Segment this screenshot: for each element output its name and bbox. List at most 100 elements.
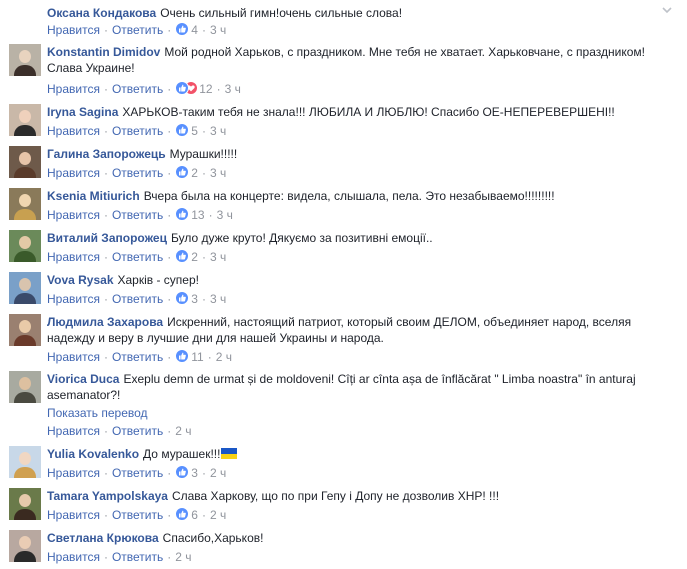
separator: ·: [167, 23, 172, 37]
avatar[interactable]: [9, 104, 41, 136]
reply-button[interactable]: Ответить: [112, 466, 163, 480]
like-button[interactable]: Нравится: [47, 166, 100, 180]
reply-button[interactable]: Ответить: [112, 166, 163, 180]
like-icon: [175, 291, 190, 305]
timestamp[interactable]: 2 ч: [175, 424, 191, 438]
reactions-icon[interactable]: [175, 165, 190, 179]
author-name[interactable]: Tamara Yampolskaya: [47, 489, 168, 503]
like-icon: [175, 507, 190, 521]
reactions-icon[interactable]: [175, 291, 190, 305]
avatar[interactable]: [9, 314, 41, 346]
comment-actions: Нравится · Ответить · 12 · 3 ч: [47, 81, 241, 97]
avatar[interactable]: [9, 188, 41, 220]
reply-button[interactable]: Ответить: [112, 208, 163, 222]
reply-button[interactable]: Ответить: [112, 250, 163, 264]
like-button[interactable]: Нравится: [47, 23, 100, 37]
reactions-icon[interactable]: [175, 22, 190, 36]
author-name[interactable]: Vova Rysak: [47, 273, 114, 287]
like-button[interactable]: Нравится: [47, 350, 100, 364]
reply-button[interactable]: Ответить: [112, 292, 163, 306]
avatar-body: [14, 209, 36, 220]
show-translation-link[interactable]: Показать перевод: [47, 405, 148, 421]
comment-text: До мурашек!!!: [143, 447, 221, 461]
avatar[interactable]: [9, 530, 41, 562]
timestamp[interactable]: 3 ч: [210, 23, 226, 37]
separator: ·: [103, 250, 108, 264]
reactions-icon[interactable]: [175, 81, 199, 95]
like-icon: [175, 81, 190, 95]
avatar[interactable]: [9, 230, 41, 262]
reply-button[interactable]: Ответить: [112, 124, 163, 138]
reactions-icon[interactable]: [175, 123, 190, 137]
author-name[interactable]: Iryna Sagina: [47, 105, 118, 119]
author-name[interactable]: Светлана Крюкова: [47, 531, 159, 545]
avatar-head: [19, 494, 31, 507]
avatar[interactable]: [9, 272, 41, 304]
reply-button[interactable]: Ответить: [112, 508, 163, 522]
like-button[interactable]: Нравится: [47, 466, 100, 480]
timestamp[interactable]: 2 ч: [175, 550, 191, 564]
timestamp[interactable]: 3 ч: [210, 124, 226, 138]
comment-text: Мурашки!!!!!: [169, 147, 238, 161]
timestamp[interactable]: 3 ч: [225, 82, 241, 96]
comment-text: Було дуже круто! Дякуємо за позитивні ем…: [170, 231, 433, 245]
avatar[interactable]: [9, 446, 41, 478]
like-button[interactable]: Нравится: [47, 124, 100, 138]
author-name[interactable]: Людмила Захарова: [47, 315, 163, 329]
comment-actions: Нравится · Ответить · 2 ч: [47, 423, 192, 439]
separator: ·: [201, 466, 206, 480]
like-button[interactable]: Нравится: [47, 508, 100, 522]
like-button[interactable]: Нравится: [47, 292, 100, 306]
author-name[interactable]: Виталий Запорожец: [47, 231, 167, 245]
reply-button[interactable]: Ответить: [112, 550, 163, 564]
comment-actions: Нравится · Ответить · 5 · 3 ч: [47, 123, 226, 139]
avatar[interactable]: [9, 371, 41, 403]
avatar[interactable]: [9, 488, 41, 520]
like-count: 13: [191, 208, 205, 222]
author-name[interactable]: Konstantin Dimidov: [47, 45, 160, 59]
timestamp[interactable]: 3 ч: [210, 292, 226, 306]
like-button[interactable]: Нравится: [47, 550, 100, 564]
author-name[interactable]: Ksenia Mitiurich: [47, 189, 140, 203]
chevron-down-icon[interactable]: [661, 4, 673, 16]
like-button[interactable]: Нравится: [47, 250, 100, 264]
timestamp[interactable]: 2 ч: [210, 508, 226, 522]
separator: ·: [103, 166, 108, 180]
like-button[interactable]: Нравится: [47, 82, 100, 96]
like-icon: [175, 349, 190, 363]
avatar-head: [19, 110, 31, 123]
reply-button[interactable]: Ответить: [112, 82, 163, 96]
separator: ·: [201, 124, 206, 138]
timestamp[interactable]: 3 ч: [210, 166, 226, 180]
avatar[interactable]: [9, 146, 41, 178]
comment-text: ХАРЬКОВ-таким тебя не знала!!! ЛЮБИЛА И …: [122, 105, 615, 119]
timestamp[interactable]: 2 ч: [210, 466, 226, 480]
timestamp[interactable]: 3 ч: [210, 250, 226, 264]
reactions-icon[interactable]: [175, 465, 190, 479]
timestamp[interactable]: 2 ч: [216, 350, 232, 364]
comment-text: Харків - супер!: [117, 273, 200, 287]
separator: ·: [103, 350, 108, 364]
like-icon: [175, 22, 190, 36]
reply-button[interactable]: Ответить: [112, 23, 163, 37]
reactions-icon[interactable]: [175, 507, 190, 521]
reactions-icon[interactable]: [175, 349, 190, 363]
comment-actions: Нравится · Ответить · 2 ч: [47, 549, 192, 565]
avatar[interactable]: [9, 44, 41, 76]
author-name[interactable]: Галина Запорожець: [47, 147, 166, 161]
comment-text: Exeplu demn de urmat și de moldoveni! Cî…: [47, 372, 636, 402]
avatar-body: [14, 335, 36, 346]
reply-button[interactable]: Ответить: [112, 424, 163, 438]
reply-button[interactable]: Ответить: [112, 350, 163, 364]
author-name[interactable]: Оксана Кондакова: [47, 6, 156, 20]
like-button[interactable]: Нравится: [47, 208, 100, 222]
author-name[interactable]: Viorica Duca: [47, 372, 119, 386]
author-name[interactable]: Yulia Kovalenko: [47, 447, 139, 461]
reactions-icon[interactable]: [175, 249, 190, 263]
like-icon: [175, 465, 190, 479]
reactions-icon[interactable]: [175, 207, 190, 221]
like-button[interactable]: Нравится: [47, 424, 100, 438]
timestamp[interactable]: 3 ч: [217, 208, 233, 222]
comment-actions: Нравится · Ответить · 11 · 2 ч: [47, 349, 232, 365]
comment-actions: Нравится · Ответить · 6 · 2 ч: [47, 507, 226, 523]
